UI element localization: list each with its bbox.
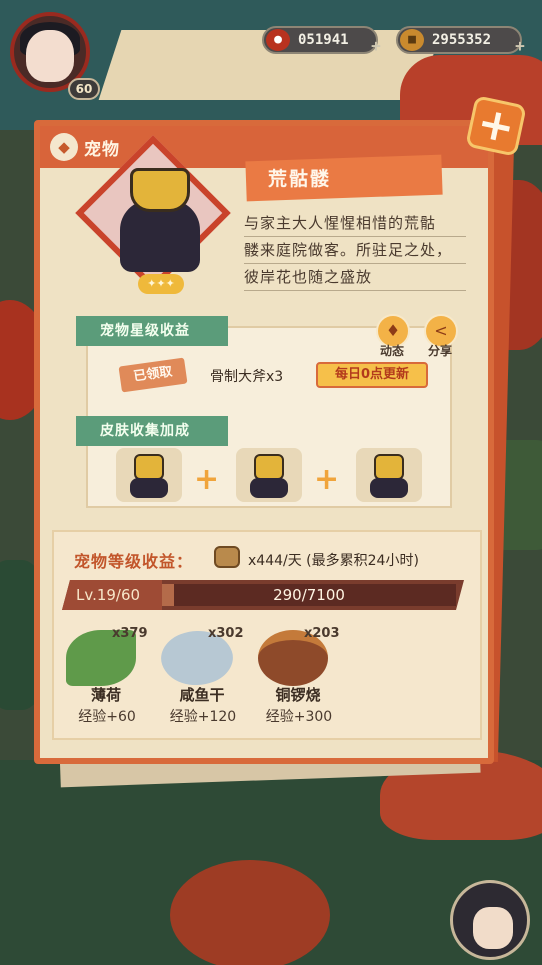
wood-log-icon <box>214 546 240 568</box>
magatama-icon: ● <box>266 29 290 51</box>
food-name: 咸鱼干 <box>179 686 225 704</box>
level-text: Lv.19/60 <box>76 586 141 604</box>
add-currency-2-button[interactable]: + <box>512 38 528 54</box>
star-benefit-title: 宠物星级收益 <box>76 316 228 346</box>
food-count: x203 <box>304 626 340 641</box>
currency-1-display: ● 051941 + <box>262 26 381 54</box>
food-count: x379 <box>112 626 148 641</box>
character-shortcut-avatar[interactable] <box>450 880 530 960</box>
pet-star-rating: ✦✦✦ <box>138 274 184 294</box>
coin-icon: ■ <box>400 29 424 51</box>
skin-collection-row: + + <box>112 448 432 504</box>
bell-icon: ♦ <box>385 321 401 340</box>
pet-helmet <box>130 168 190 212</box>
currency-2-value: 2955352 <box>432 32 492 48</box>
player-avatar[interactable]: 60 <box>4 6 100 102</box>
close-button[interactable]: + <box>465 95 527 157</box>
skin-item[interactable] <box>236 448 302 502</box>
food-item-mint[interactable]: x379 薄荷 经验+60 <box>52 624 162 734</box>
food-name: 铜锣烧 <box>275 686 321 704</box>
food-exp: 经验+120 <box>169 709 237 725</box>
level-income-label: 宠物等级收益： <box>74 552 194 571</box>
plus-icon: + <box>194 462 220 497</box>
pet-portrait: ✦✦✦ <box>58 135 254 308</box>
skin-item[interactable] <box>116 448 182 502</box>
plus-close-icon: + <box>472 96 520 155</box>
currency-2-display: ■ 2955352 + <box>396 26 525 54</box>
skin-bonus-title: 皮肤收集加成 <box>76 416 228 446</box>
character-face <box>473 907 513 949</box>
share-label: 分享 <box>428 344 453 358</box>
daily-refresh-badge: 每日0点更新 <box>316 362 428 388</box>
food-item-dorayaki[interactable]: x203 铜锣烧 经验+300 <box>244 624 354 734</box>
player-level-badge: 60 <box>68 78 100 100</box>
food-exp: 经验+60 <box>78 709 136 725</box>
pet-description-line: 与家主大人惺惺相惜的荒骷 <box>244 210 466 237</box>
currency-1-value: 051941 <box>298 32 349 48</box>
level-income-rate: x444/天 (最多累积24小时) <box>248 553 419 569</box>
star-reward-text: 骨制大斧x3 <box>210 369 284 385</box>
level-progress-bar: Lv.19/60 290/7100 <box>62 580 464 610</box>
avatar-face <box>26 30 74 82</box>
pet-name: 荒骷髅 <box>268 168 332 190</box>
plus-icon: + <box>314 462 340 497</box>
xp-text: 290/7100 <box>273 586 345 604</box>
food-name: 薄荷 <box>90 686 121 704</box>
food-count: x302 <box>208 626 244 641</box>
pet-description: 与家主大人惺惺相惜的荒骷 髅来庭院做客。所驻足之处， 彼岸花也随之盛放 <box>244 210 466 291</box>
add-currency-1-button[interactable]: + <box>368 38 384 54</box>
pet-description-line: 髅来庭院做客。所驻足之处， <box>244 237 466 264</box>
skin-item[interactable] <box>356 448 422 502</box>
food-exp: 经验+300 <box>265 709 333 725</box>
background-maple <box>170 860 330 965</box>
share-icon: < <box>434 321 448 340</box>
moments-label: 动态 <box>380 344 405 358</box>
pet-description-line: 彼岸花也随之盛放 <box>244 264 466 291</box>
food-item-dried-fish[interactable]: x302 咸鱼干 经验+120 <box>148 619 258 734</box>
